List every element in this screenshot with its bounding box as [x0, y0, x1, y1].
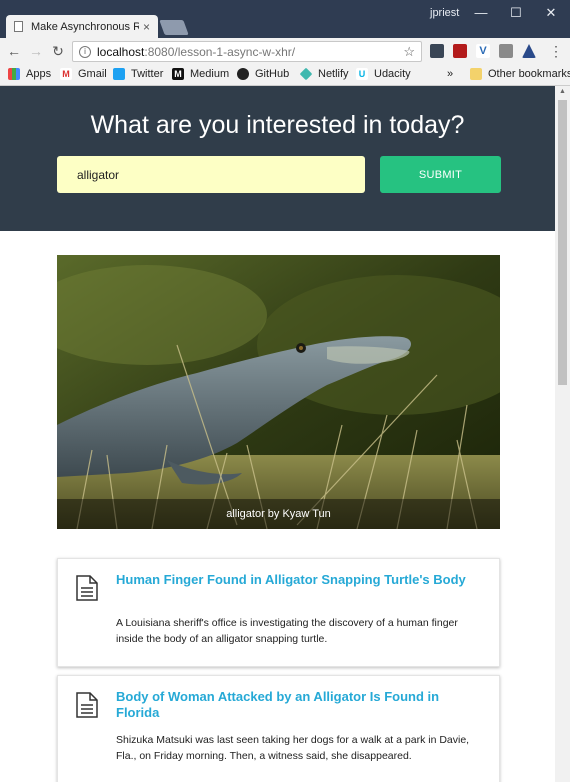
folder-icon — [470, 68, 482, 80]
search-header: What are you interested in today? SUBMIT — [0, 86, 555, 231]
bookmark-udacity[interactable]: U Udacity — [356, 68, 411, 80]
medium-icon: M — [172, 68, 184, 80]
udacity-icon: U — [356, 68, 368, 80]
vue-devtools-icon[interactable]: V — [476, 44, 490, 58]
article-card: Body of Woman Attacked by an Alligator I… — [57, 675, 500, 782]
new-tab-button[interactable] — [159, 20, 189, 35]
bookmark-twitter[interactable]: Twitter — [113, 68, 163, 80]
image-caption: alligator by Kyaw Tun — [57, 499, 500, 529]
article-title[interactable]: Human Finger Found in Alligator Snapping… — [116, 572, 476, 588]
bookmarks-overflow-icon[interactable]: » — [447, 68, 453, 80]
bookmark-medium[interactable]: M Medium — [172, 68, 229, 80]
bookmark-label: Netlify — [318, 68, 349, 80]
bookmark-gmail[interactable]: M Gmail — [60, 68, 107, 80]
github-icon — [237, 68, 249, 80]
twitter-icon — [113, 68, 125, 80]
page-title: What are you interested in today? — [90, 111, 465, 139]
bookmark-label: Apps — [26, 68, 52, 80]
other-bookmarks[interactable]: Other bookmarks — [470, 68, 570, 80]
scrollbar[interactable]: ▲ — [555, 86, 570, 782]
tab-close-icon[interactable]: × — [143, 20, 150, 34]
extension-icon[interactable] — [522, 44, 536, 58]
scroll-up-icon[interactable]: ▲ — [555, 88, 570, 95]
alligator-photo — [57, 255, 500, 529]
back-icon[interactable]: ← — [6, 43, 22, 59]
browser-title-bar: Make Asynchronous Req × jpriest — ☐ ✕ — [0, 0, 570, 38]
document-icon — [76, 575, 98, 601]
menu-icon[interactable]: ⋮ — [548, 43, 564, 60]
document-icon — [76, 692, 98, 718]
bookmark-star-icon[interactable]: ☆ — [403, 44, 415, 60]
ublock-icon[interactable] — [453, 44, 467, 58]
bookmark-label: Twitter — [131, 68, 164, 80]
minimize-icon[interactable]: — — [466, 4, 496, 22]
netlify-icon — [299, 67, 313, 81]
bookmark-netlify[interactable]: Netlify — [299, 67, 349, 81]
address-bar[interactable]: i localhost:8080/lesson-1-async-w-xhr/ ☆ — [72, 41, 422, 62]
bookmark-label: Gmail — [78, 68, 107, 80]
submit-button[interactable]: SUBMIT — [380, 156, 501, 193]
bookmark-label: GitHub — [255, 68, 290, 80]
tab-title: Make Asynchronous Req — [31, 20, 139, 33]
close-window-icon[interactable]: ✕ — [536, 4, 566, 22]
result-image: alligator by Kyaw Tun — [57, 255, 500, 529]
article-title[interactable]: Body of Woman Attacked by an Alligator I… — [116, 689, 476, 721]
other-bookmarks-label: Other bookmarks — [488, 68, 570, 80]
scrollbar-thumb[interactable] — [558, 100, 567, 385]
browser-toolbar: ← → ↻ i localhost:8080/lesson-1-async-w-… — [0, 38, 570, 65]
extension-icon[interactable] — [499, 44, 513, 58]
extension-icon[interactable] — [430, 44, 444, 58]
page-viewport: What are you interested in today? SUBMIT — [0, 86, 555, 782]
bookmarks-bar: Apps M Gmail Twitter M Medium GitHub Net… — [0, 65, 570, 86]
article-card: Human Finger Found in Alligator Snapping… — [57, 558, 500, 667]
apps-grid-icon — [8, 68, 20, 80]
reload-icon[interactable]: ↻ — [50, 43, 66, 60]
search-input[interactable] — [57, 156, 365, 193]
bookmark-github[interactable]: GitHub — [237, 68, 289, 80]
bookmark-label: Medium — [190, 68, 230, 80]
article-snippet: A Louisiana sheriff's office is investig… — [116, 617, 458, 645]
url-host: localhost — [97, 44, 145, 59]
page-icon — [14, 21, 23, 32]
gmail-icon: M — [60, 68, 72, 80]
info-icon[interactable]: i — [79, 45, 91, 58]
browser-tab-active[interactable]: Make Asynchronous Req × — [6, 15, 158, 38]
article-snippet: Shizuka Matsuki was last seen taking her… — [116, 734, 470, 762]
bookmark-apps[interactable]: Apps — [8, 68, 51, 80]
forward-icon[interactable]: → — [28, 43, 44, 59]
profile-name[interactable]: jpriest — [430, 7, 459, 19]
bookmark-label: Udacity — [374, 68, 411, 80]
maximize-icon[interactable]: ☐ — [501, 4, 531, 22]
url-path: :8080/lesson-1-async-w-xhr/ — [144, 44, 296, 59]
